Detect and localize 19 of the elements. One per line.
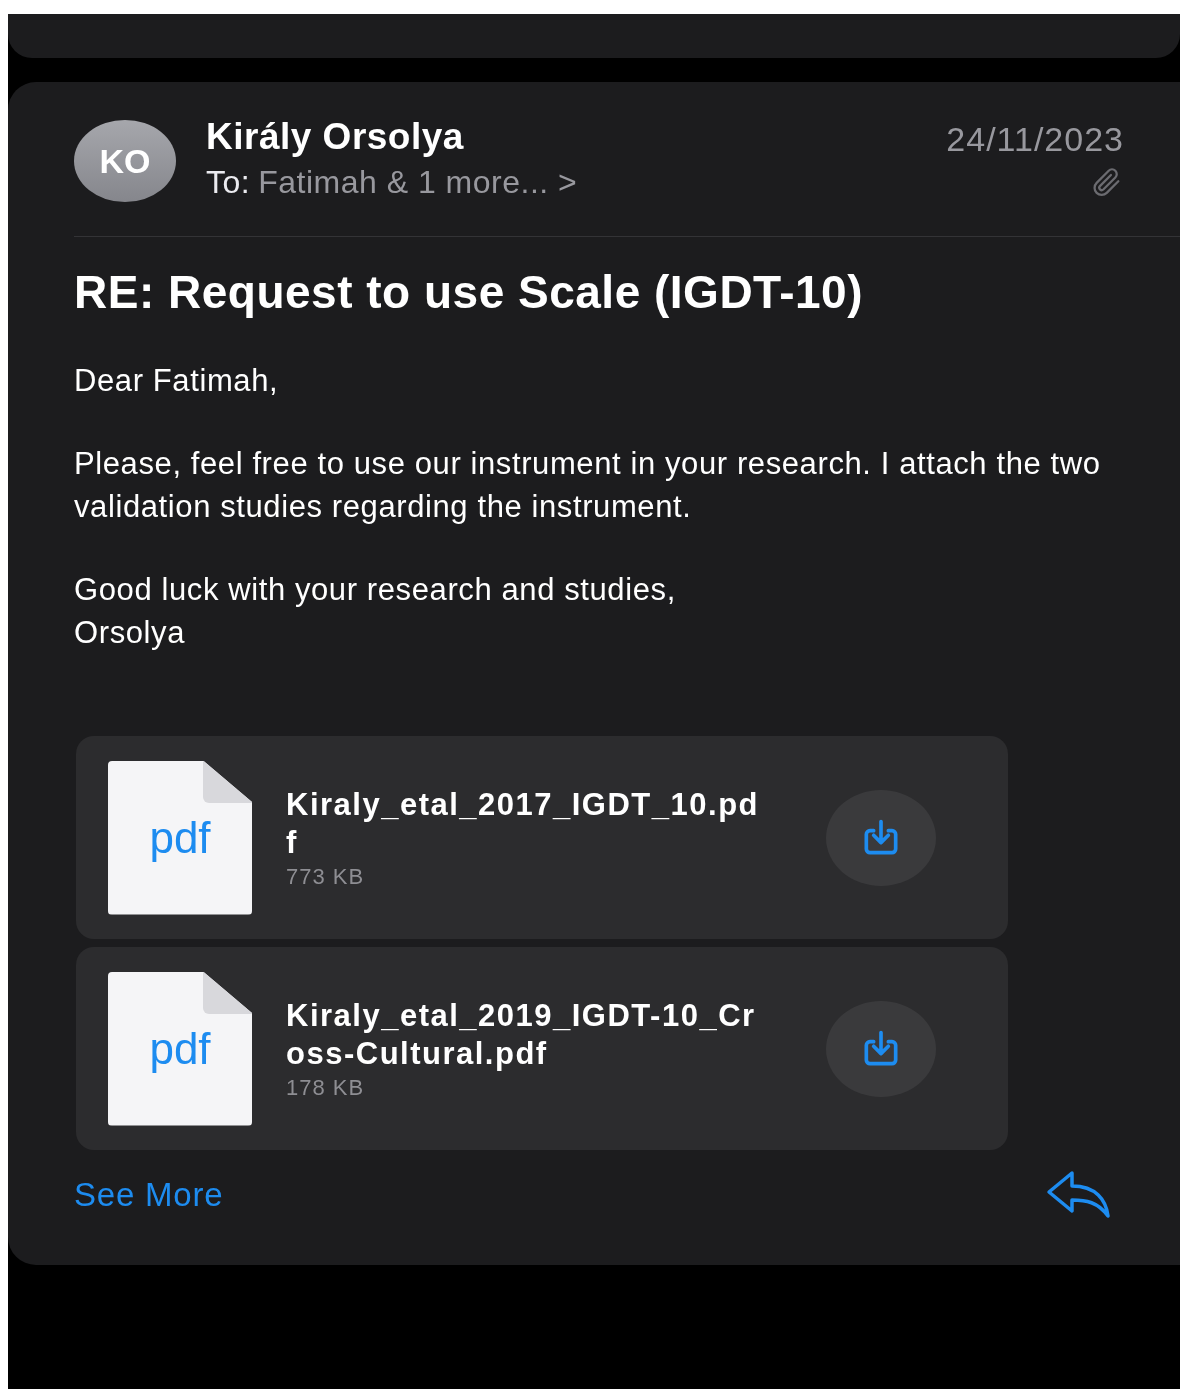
recipients-link[interactable]: Fatimah & 1 more... > <box>258 164 578 200</box>
file-size: 773 KB <box>286 863 366 890</box>
message-paragraph: Good luck with your research and studies, Orsolya <box>74 571 677 652</box>
file-name: Kiraly_etal_2017_IGDT_10.pdf <box>286 785 761 862</box>
file-size: 178 KB <box>286 1074 366 1101</box>
message-date: 24/11/2023 <box>946 120 1124 159</box>
to-label: To: <box>206 164 251 200</box>
sender-name: Király Orsolya <box>206 116 465 158</box>
file-type-label: pdf <box>149 1023 211 1074</box>
message-paragraph: Please, feel free to use our instrument in your research. I attach the two validation studies regarding the instrument. <box>74 445 1102 526</box>
reply-icon[interactable] <box>1046 1170 1112 1220</box>
see-more-link[interactable]: See More <box>74 1176 224 1214</box>
message-subject: RE: Request to use Scale (IGDT-10) <box>74 265 864 319</box>
attachment-card[interactable]: pdf Kiraly_etal_2017_IGDT_10.pdf 773 KB <box>76 736 1008 939</box>
file-name: Kiraly_etal_2019_IGDT-10_Cross-Cultural.pdf <box>286 996 757 1073</box>
file-type-label: pdf <box>149 812 211 863</box>
avatar: KO <box>74 120 176 202</box>
message-paragraph: Dear Fatimah, <box>74 362 280 400</box>
attachment-card[interactable]: pdf Kiraly_etal_2019_IGDT-10_Cross-Cultural.pdf 178 KB <box>76 947 1008 1150</box>
